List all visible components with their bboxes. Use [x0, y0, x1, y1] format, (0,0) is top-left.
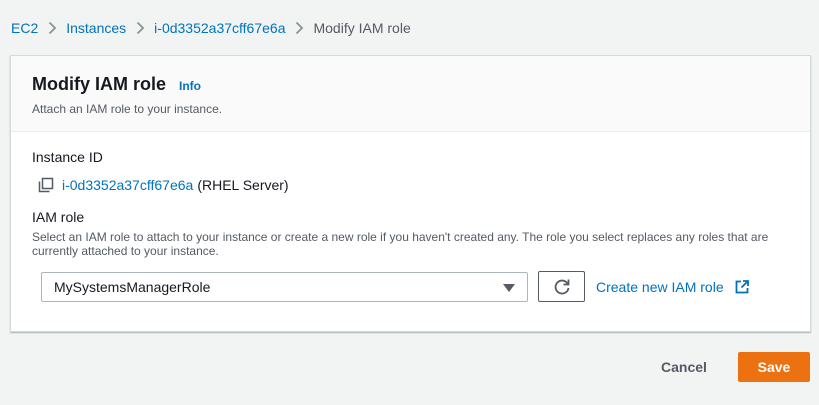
info-link[interactable]: Info — [179, 79, 201, 93]
refresh-button[interactable] — [538, 271, 585, 302]
breadcrumb-ec2[interactable]: EC2 — [11, 20, 38, 36]
panel-description: Attach an IAM role to your instance. — [32, 102, 223, 116]
save-button[interactable]: Save — [738, 352, 810, 382]
refresh-icon — [553, 278, 571, 296]
iam-role-selected-value: MySystemsManagerRole — [54, 279, 211, 295]
iam-role-select[interactable]: MySystemsManagerRole — [41, 272, 528, 302]
breadcrumb-instance-id[interactable]: i-0d3352a37cff67e6a — [154, 20, 285, 36]
iam-role-description: Select an IAM role to attach to your ins… — [32, 230, 769, 258]
instance-id-label: Instance ID — [32, 149, 103, 165]
breadcrumb: EC2 Instances i-0d3352a37cff67e6a Modify… — [11, 18, 411, 38]
caret-down-icon — [503, 284, 515, 292]
chevron-right-icon — [126, 18, 154, 38]
chevron-right-icon — [38, 18, 66, 38]
chevron-right-icon — [285, 18, 313, 38]
modify-iam-role-panel: Modify IAM role Info Attach an IAM role … — [10, 55, 811, 332]
cancel-button[interactable]: Cancel — [648, 352, 720, 382]
instance-id-row: i-0d3352a37cff67e6a (RHEL Server) — [38, 177, 289, 193]
breadcrumb-current: Modify IAM role — [313, 20, 411, 36]
iam-role-label: IAM role — [32, 209, 85, 225]
create-new-iam-role-link[interactable]: Create new IAM role — [596, 279, 749, 295]
panel-header: Modify IAM role Info Attach an IAM role … — [11, 56, 810, 132]
instance-id-link[interactable]: i-0d3352a37cff67e6a — [62, 177, 193, 193]
copy-icon[interactable] — [38, 177, 54, 193]
instance-name: (RHEL Server) — [197, 177, 289, 193]
breadcrumb-instances[interactable]: Instances — [66, 20, 126, 36]
page-title: Modify IAM role — [32, 74, 166, 94]
external-link-icon — [735, 280, 749, 294]
create-new-iam-role-label: Create new IAM role — [596, 279, 724, 295]
